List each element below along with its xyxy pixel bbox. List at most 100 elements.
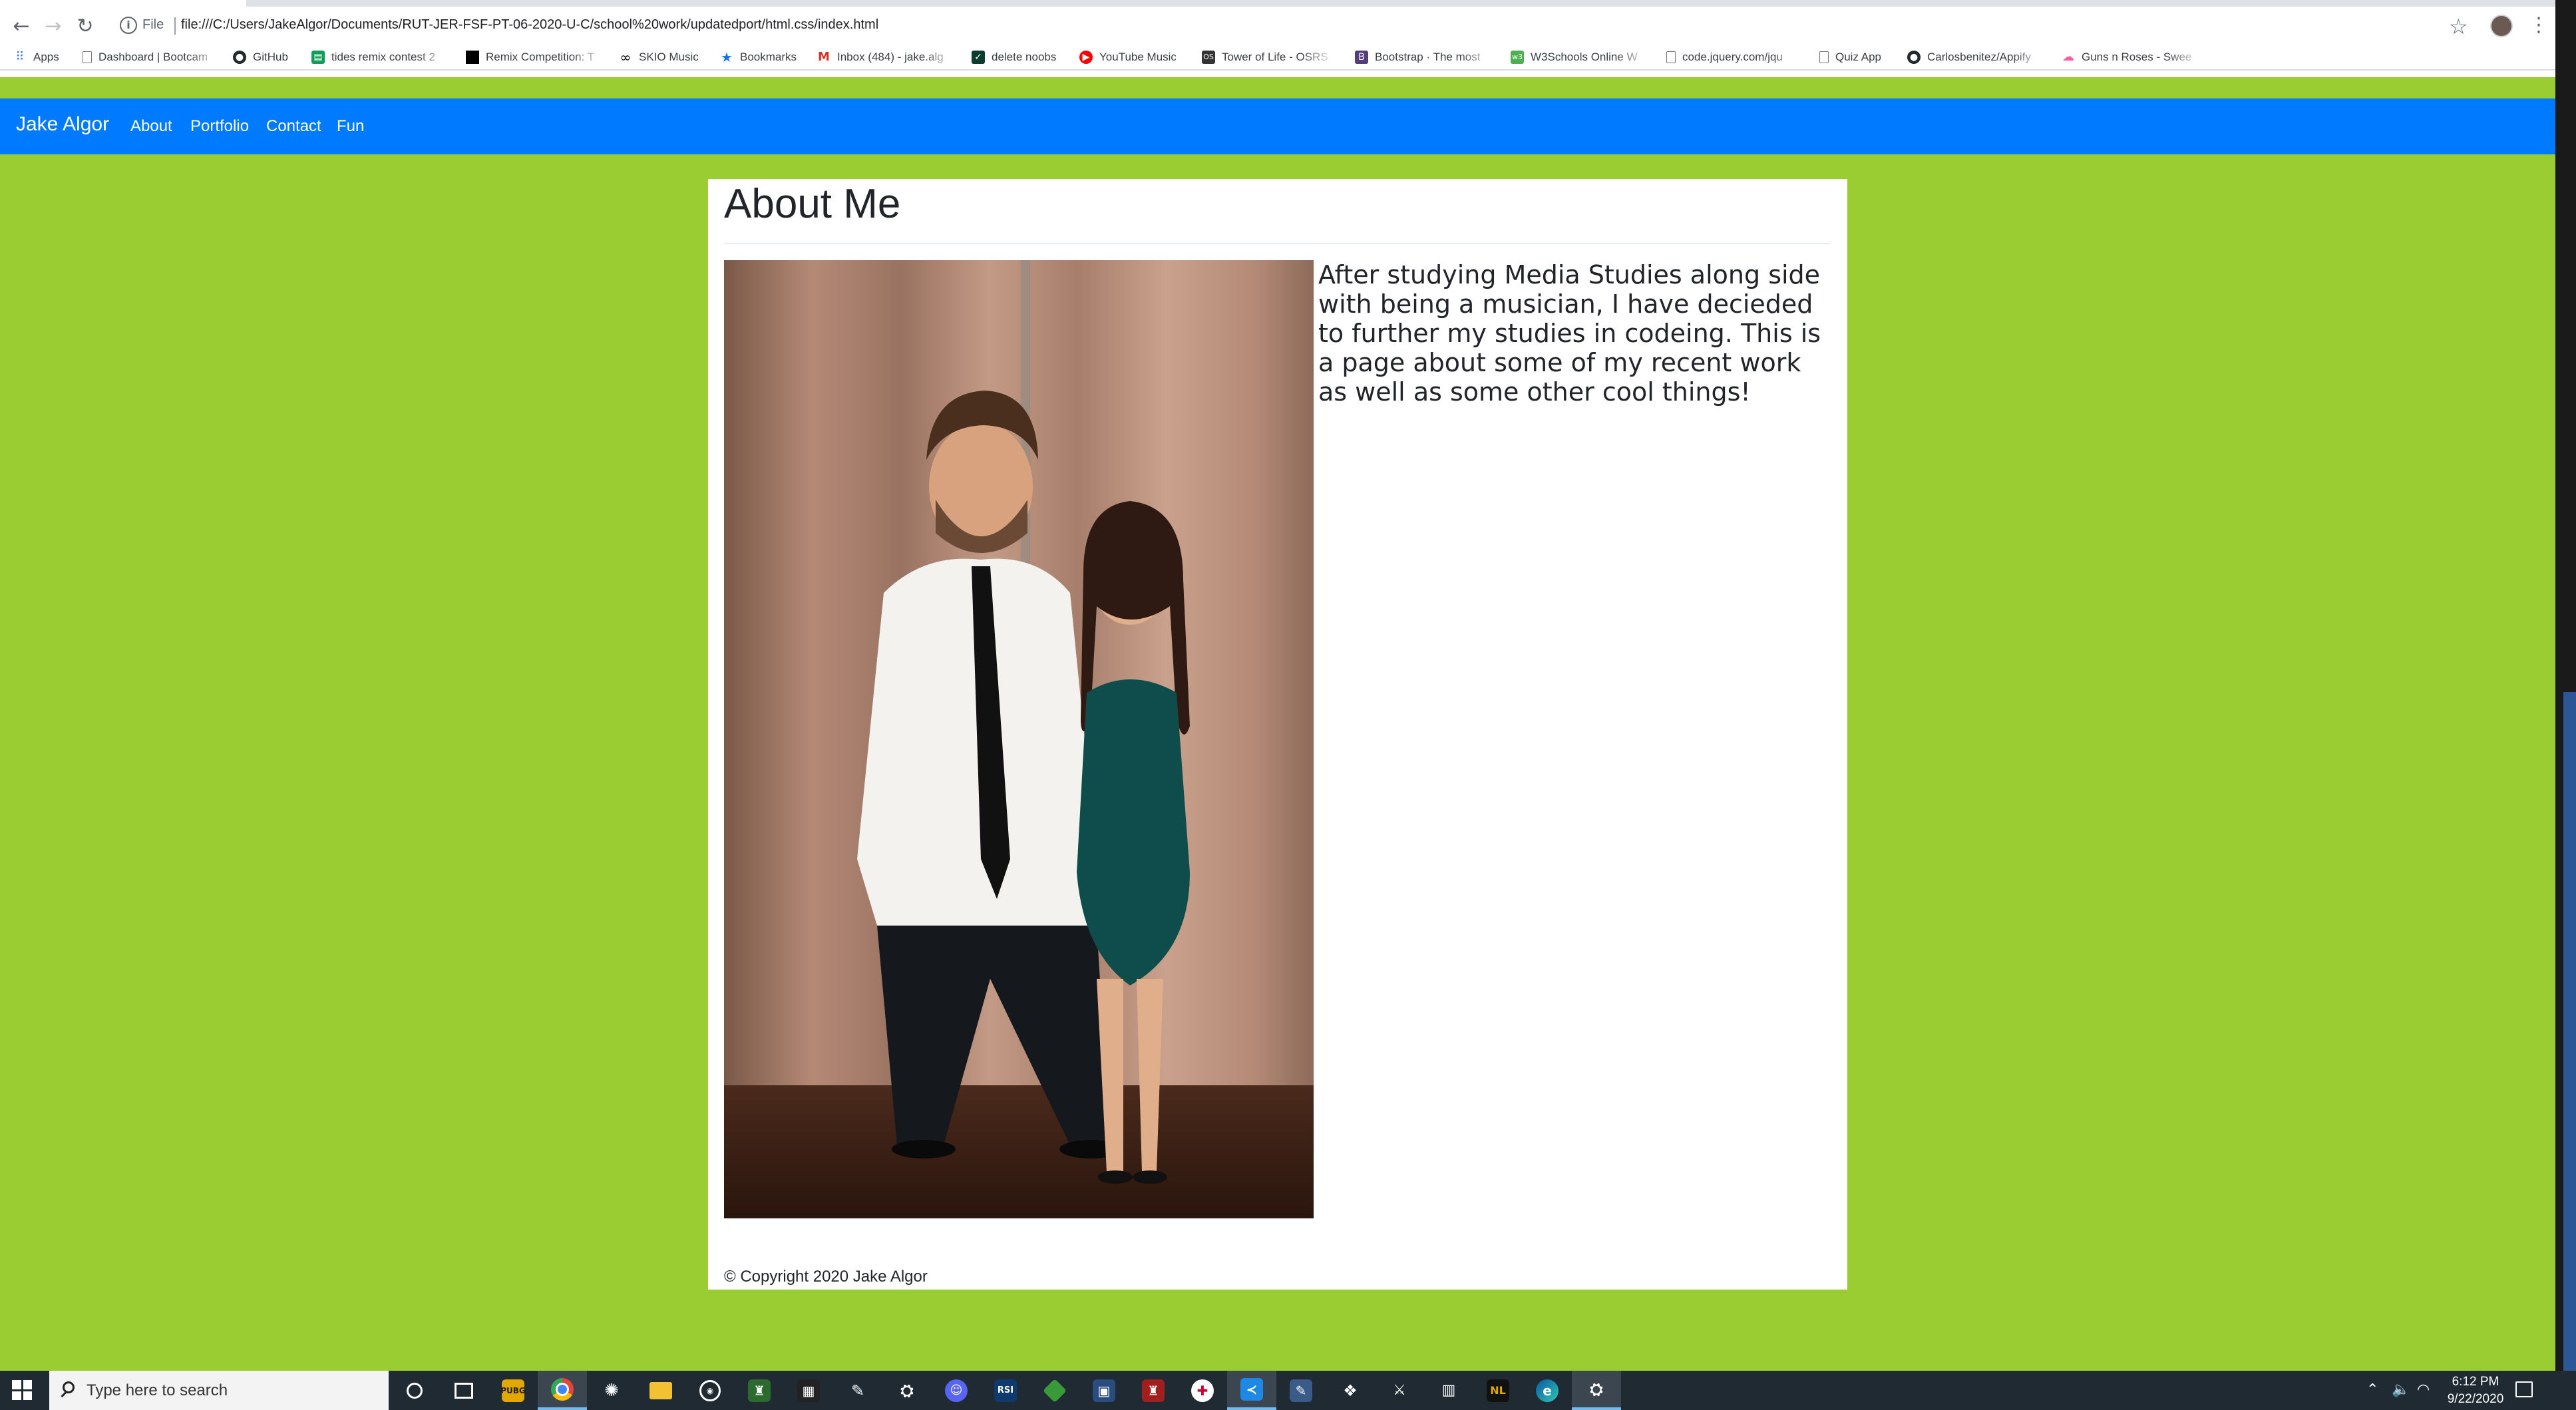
bookmark-label: GitHub	[253, 51, 288, 63]
about-text: After studying Media Studies along side …	[1318, 260, 1821, 407]
rsi-icon: RSI	[994, 1379, 1017, 1402]
taskbar-app[interactable]: ✎	[1276, 1371, 1326, 1410]
chevron-up-icon[interactable]: ⌃	[2366, 1381, 2378, 1398]
title-divider	[724, 243, 1830, 244]
info-icon[interactable]: i	[120, 17, 137, 34]
taskbar-app[interactable]: PUBG	[488, 1371, 538, 1410]
taskbar-app[interactable]: ♜	[735, 1371, 784, 1410]
taskbar-app[interactable]: ☺	[932, 1371, 981, 1410]
reload-button[interactable]: ↻	[73, 15, 97, 39]
task-view-icon	[455, 1382, 473, 1399]
sheets-icon: ▤	[311, 51, 325, 64]
bookmark-label: Remix Competition: T	[486, 51, 595, 63]
taskbar-app[interactable]: ⛭	[882, 1371, 932, 1410]
taskbar-app[interactable]: ✚	[1178, 1371, 1227, 1410]
taskbar-app-chrome[interactable]	[538, 1371, 587, 1410]
steam-icon: ⛭	[1590, 1379, 1603, 1399]
game-app-icon: ♜	[748, 1379, 771, 1402]
taskbar-app[interactable]: ♜	[1129, 1371, 1178, 1410]
taskbar-app[interactable]	[1030, 1371, 1079, 1410]
taskbar-search-box[interactable]: Type here to search	[49, 1371, 389, 1410]
w3schools-icon: w3	[1511, 51, 1524, 64]
wifi-icon[interactable]: ◠	[2417, 1381, 2430, 1398]
navbar-brand[interactable]: Jake Algor	[16, 113, 109, 136]
back-button[interactable]: ←	[9, 15, 33, 39]
taskbar-app[interactable]: ▣	[1079, 1371, 1129, 1410]
bookmark-item[interactable]: ▶ YouTube Music	[1079, 48, 1193, 67]
search-icon	[63, 1381, 75, 1393]
bookmark-item[interactable]: ∞ SKIO Music	[619, 48, 719, 67]
bookmark-item[interactable]: ▤ tides remix contest 2	[311, 48, 451, 67]
bookmark-item[interactable]: M Inbox (484) - jake.alg	[817, 48, 957, 67]
bookmark-item[interactable]: ✓ delete noobs	[972, 48, 1071, 67]
forward-button[interactable]: →	[41, 15, 65, 39]
nav-link-portfolio[interactable]: Portfolio	[190, 117, 249, 136]
bookmark-item[interactable]: ● Carlosbenitez/Appify	[1907, 48, 2047, 67]
windows-taskbar: Type here to search PUBG ✺ ◉ ♜ ▦ ✎ ⛭ ☺ R…	[0, 1371, 2576, 1410]
kebab-menu-icon[interactable]: ⋮	[2529, 13, 2549, 37]
taskbar-app[interactable]	[636, 1371, 685, 1410]
bookmark-item[interactable]: ★ Bookmarks	[720, 48, 813, 67]
profile-photo	[724, 260, 1314, 1218]
nav-link-fun[interactable]: Fun	[337, 117, 364, 136]
bookmark-item[interactable]: Dashboard | Bootcam	[83, 48, 222, 67]
taskbar-app[interactable]: ◉	[685, 1371, 735, 1410]
taskbar-app-steam[interactable]: ⛭	[1572, 1371, 1621, 1410]
taskbar-app[interactable]: RSI	[981, 1371, 1030, 1410]
taskbar-app[interactable]: ❖	[1326, 1371, 1375, 1410]
bookmark-item[interactable]: Remix Competition: T	[466, 48, 606, 67]
taskbar-app[interactable]: ✺	[587, 1371, 636, 1410]
cortana-icon	[407, 1382, 423, 1399]
address-row: ← → ↻ i File file:///C:/Users/JakeAlgor/…	[0, 7, 2555, 45]
github-icon: ●	[1907, 51, 1921, 64]
steelseries-icon: ✺	[604, 1380, 619, 1401]
bookmark-item[interactable]: ☁ Guns n Roses - Swee	[2062, 48, 2201, 67]
clock-time[interactable]: 6:12 PM	[2446, 1375, 2505, 1389]
active-tab[interactable]	[0, 0, 246, 7]
remix-icon	[466, 51, 479, 64]
page-icon	[1819, 51, 1829, 63]
steam-icon: ⛭	[900, 1381, 914, 1400]
taskbar-app[interactable]: NL	[1473, 1371, 1523, 1410]
nav-link-contact[interactable]: Contact	[266, 117, 321, 136]
bookmark-label: Guns n Roses - Swee	[2082, 51, 2192, 63]
bookmark-label: Bookmarks	[740, 51, 797, 63]
app-icon: ✎	[850, 1381, 865, 1400]
bookmark-star-icon[interactable]: ☆	[2449, 16, 2468, 37]
app-icon: NL	[1487, 1379, 1509, 1402]
notification-icon[interactable]	[2515, 1381, 2533, 1397]
taskbar-app[interactable]: ✎	[833, 1371, 882, 1410]
copyright-footer: © Copyright 2020 Jake Algor	[724, 1268, 928, 1286]
bookmark-label: delete noobs	[992, 51, 1057, 63]
bookmark-item[interactable]: ● GitHub	[233, 48, 306, 67]
bookmark-label: Tower of Life - OSRS	[1222, 51, 1328, 63]
url-text[interactable]: file:///C:/Users/JakeAlgor/Documents/RUT…	[181, 17, 878, 33]
bookmark-label: Inbox (484) - jake.alg	[837, 51, 944, 63]
bookmark-item[interactable]: Quiz App	[1819, 48, 1906, 67]
bookmark-label: Bootstrap · The most	[1375, 51, 1481, 63]
profile-avatar[interactable]	[2490, 15, 2513, 37]
browser-chrome: ← → ↻ i File file:///C:/Users/JakeAlgor/…	[0, 0, 2555, 77]
task-view-button[interactable]	[439, 1371, 488, 1410]
windows-start-icon[interactable]	[12, 1380, 32, 1400]
bookmark-item[interactable]: w3 W3Schools Online W	[1511, 48, 1650, 67]
app-icon: ✚	[1191, 1379, 1214, 1402]
taskbar-app[interactable]: ⚔	[1375, 1371, 1424, 1410]
page-icon	[1666, 51, 1676, 63]
bookmark-item[interactable]: OS Tower of Life - OSRS	[1202, 48, 1335, 67]
bookmark-item[interactable]: B Bootstrap · The most	[1355, 48, 1495, 67]
taskbar-app[interactable]: ▦	[784, 1371, 833, 1410]
taskbar-app-vscode[interactable]: ≺	[1227, 1371, 1276, 1410]
game-app-icon: ♜	[1142, 1379, 1165, 1402]
clock-date[interactable]: 9/22/2020	[2436, 1392, 2515, 1407]
nav-link-about[interactable]: About	[130, 117, 172, 136]
game-launcher-icon: ▦	[797, 1379, 820, 1402]
github-icon: ●	[233, 51, 246, 64]
address-bar[interactable]: i File file:///C:/Users/JakeAlgor/Docume…	[106, 11, 2476, 41]
bookmark-apps[interactable]: ⠿ Apps	[13, 48, 73, 67]
speaker-icon[interactable]: 🔈	[2392, 1381, 2410, 1398]
cortana-button[interactable]	[390, 1371, 439, 1410]
bookmark-item[interactable]: code.jquery.com/jqu	[1666, 48, 1806, 67]
taskbar-app[interactable]: ▥	[1424, 1371, 1473, 1410]
taskbar-app[interactable]: e	[1523, 1371, 1572, 1410]
